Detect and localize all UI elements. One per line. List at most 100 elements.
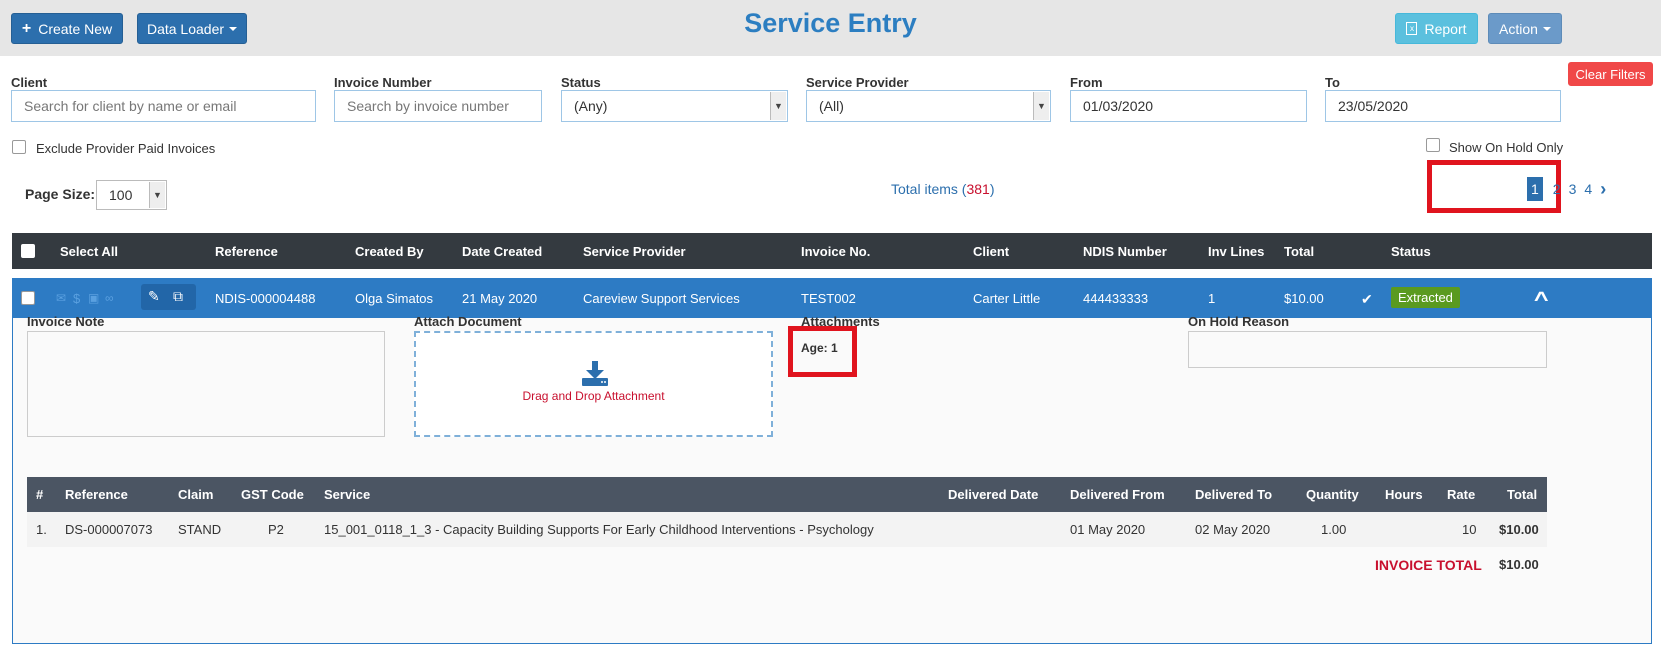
page-3-link[interactable]: 3 (1565, 181, 1581, 197)
pagination: 1 2 3 4 › (1527, 176, 1610, 202)
col-created-by: Created By (355, 244, 424, 259)
page-4-link[interactable]: 4 (1580, 181, 1596, 197)
item-service: 15_001_0118_1_3 - Capacity Building Supp… (324, 522, 874, 537)
download-icon (582, 361, 608, 386)
client-search-input[interactable]: Search for client by name or email (11, 90, 316, 122)
provider-value: (All) (819, 98, 844, 114)
from-label: From (1070, 75, 1103, 90)
col-reference: Reference (215, 244, 278, 259)
item-delivered-from: 01 May 2020 (1070, 522, 1146, 537)
invoice-total-label: INVOICE TOTAL (1375, 557, 1482, 573)
page-size-label: Page Size: (25, 186, 96, 202)
invoice-detail-panel: Invoice Note Attach Document Drag and Dr… (12, 314, 1652, 644)
row-created-by: Olga Simatos (355, 291, 434, 306)
col-service-provider: Service Provider (583, 244, 686, 259)
client-label: Client (11, 75, 48, 90)
on-hold-reason-input[interactable] (1188, 331, 1547, 368)
col-total: Total (1284, 244, 1315, 259)
file-excel-icon: x (1406, 22, 1418, 35)
items-table-row: 1. DS-000007073 STAND P2 15_001_0118_1_3… (27, 512, 1547, 547)
status-label: Status (561, 75, 601, 90)
item-rate: 10 (1462, 522, 1477, 537)
invoice-total-value: $10.00 (1499, 557, 1539, 572)
items-col-total: Total (1507, 487, 1538, 502)
items-col-delivered-to: Delivered To (1195, 487, 1273, 502)
chevron-down-icon: ▼ (1033, 92, 1049, 120)
report-label: Report (1424, 20, 1467, 37)
copy-icon[interactable]: ⧉ (173, 288, 183, 305)
attach-document-label: Attach Document (414, 314, 522, 329)
to-label: To (1325, 75, 1340, 90)
col-date-created: Date Created (462, 244, 543, 259)
item-claim: STAND (178, 522, 222, 537)
items-col-num: # (36, 487, 44, 502)
to-date-input[interactable]: 23/05/2020 (1325, 90, 1561, 122)
col-client: Client (973, 244, 1010, 259)
total-items: Total items (381) (891, 181, 995, 197)
item-total: $10.00 (1499, 522, 1539, 537)
page-1-link[interactable]: 1 (1527, 177, 1543, 201)
service-provider-select[interactable]: (All) ▼ (806, 90, 1051, 122)
row-invoice-no: TEST002 (801, 291, 856, 306)
col-select-all: Select All (60, 244, 119, 259)
items-col-gst: GST Code (241, 487, 304, 502)
items-col-reference: Reference (65, 487, 128, 502)
row-client: Carter Little (973, 291, 1041, 306)
row-total: $10.00 (1284, 291, 1324, 306)
exclude-provider-paid-checkbox[interactable] (12, 140, 26, 154)
row-ndis-number: 444433333 (1083, 291, 1149, 306)
invoice-note-textarea[interactable] (27, 331, 385, 437)
chevron-down-icon: ▼ (149, 182, 165, 208)
email-icon[interactable]: ✉ (56, 291, 66, 305)
attachment-dropzone[interactable]: Drag and Drop Attachment (414, 331, 773, 437)
caret-down-icon (1542, 26, 1551, 31)
report-button[interactable]: x Report (1395, 13, 1478, 44)
col-ndis-number: NDIS Number (1083, 244, 1167, 259)
check-icon: ✔ (1361, 291, 1373, 307)
row-checkbox[interactable] (21, 291, 35, 305)
from-date-input[interactable]: 01/03/2020 (1070, 90, 1307, 122)
edit-icon[interactable]: ✎ (148, 288, 160, 305)
show-on-hold-checkbox[interactable] (1426, 138, 1440, 152)
total-items-prefix: Total items ( (891, 181, 967, 197)
exclude-provider-paid-label: Exclude Provider Paid Invoices (36, 141, 216, 156)
row-service-provider: Careview Support Services (583, 291, 740, 306)
items-col-delivered-from: Delivered From (1070, 487, 1165, 502)
row-reference[interactable]: NDIS-000004488 (215, 291, 315, 306)
item-quantity: 1.00 (1321, 522, 1347, 537)
item-reference: DS-000007073 (65, 522, 153, 537)
col-status: Status (1391, 244, 1431, 259)
select-all-checkbox[interactable] (21, 244, 35, 258)
row-inv-lines: 1 (1208, 291, 1216, 306)
dollar-icon[interactable]: $ (73, 291, 80, 306)
action-label: Action (1499, 20, 1538, 37)
table-row[interactable]: ✉ $ ▣ ∞ ✎ ⧉ NDIS-000004488 Olga Simatos … (12, 278, 1652, 318)
show-on-hold-label: Show On Hold Only (1449, 140, 1564, 155)
status-value: (Any) (574, 98, 608, 114)
page-size-value: 100 (109, 187, 133, 203)
action-button[interactable]: Action (1488, 13, 1562, 44)
clear-filters-button[interactable]: Clear Filters (1568, 62, 1653, 86)
status-select[interactable]: (Any) ▼ (561, 90, 788, 122)
total-items-count: 381 (966, 181, 990, 197)
total-items-suffix: ) (989, 181, 995, 197)
file-icon[interactable]: ▣ (88, 291, 99, 305)
invoice-note-label: Invoice Note (27, 314, 105, 329)
service-provider-label: Service Provider (806, 75, 909, 90)
on-hold-reason-label: On Hold Reason (1188, 314, 1290, 329)
col-inv-lines: Inv Lines (1208, 244, 1265, 259)
age-value: Age: 1 (801, 341, 838, 355)
paperclip-icon[interactable]: ∞ (105, 291, 114, 305)
chevron-up-icon[interactable]: ˄ (1534, 287, 1549, 308)
items-col-rate: Rate (1447, 487, 1476, 502)
next-page-chevron-icon[interactable]: › (1596, 179, 1610, 200)
invoice-number-input[interactable]: Search by invoice number (334, 90, 542, 122)
item-gst: P2 (268, 522, 284, 537)
item-delivered-to: 02 May 2020 (1195, 522, 1271, 537)
page-2-link[interactable]: 2 (1549, 181, 1565, 197)
items-col-claim: Claim (178, 487, 214, 502)
table-header: Select All Reference Created By Date Cre… (12, 233, 1652, 269)
page-size-select[interactable]: 100 ▼ (96, 180, 167, 210)
items-col-hours: Hours (1385, 487, 1423, 502)
row-action-group: ✎ ⧉ (141, 284, 196, 310)
